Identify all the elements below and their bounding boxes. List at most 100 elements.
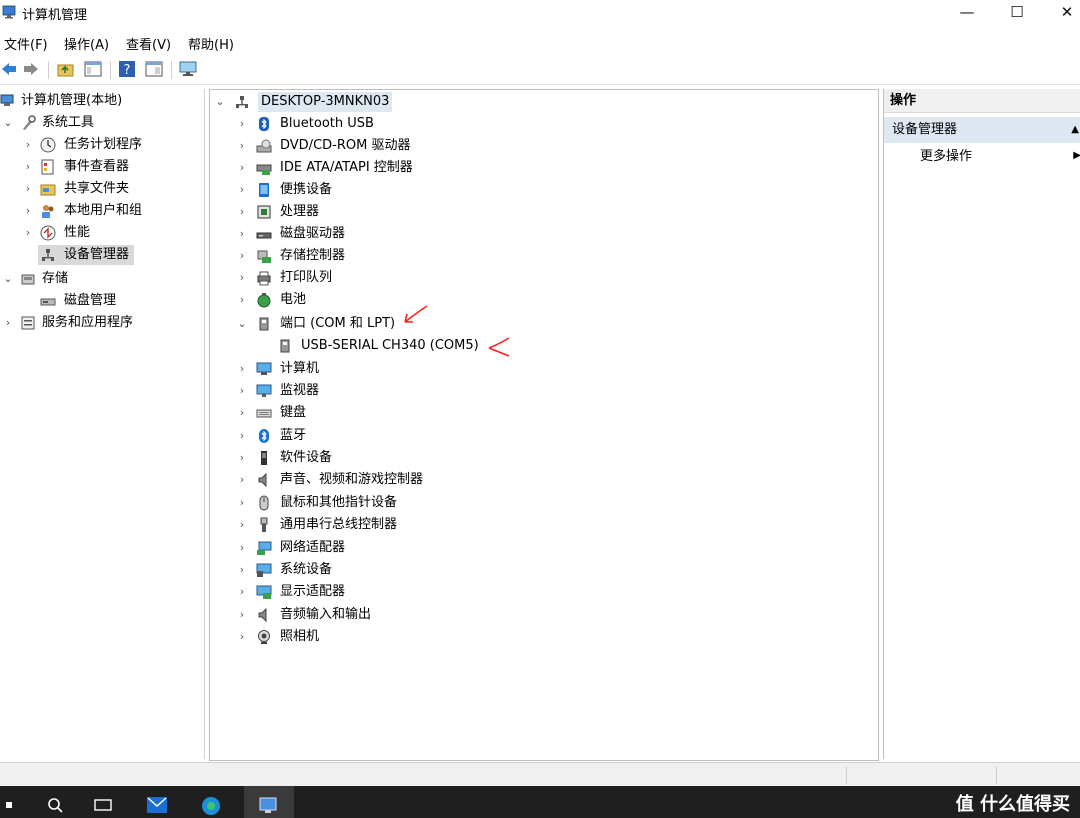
device-category-label: DVD/CD-ROM 驱动器 xyxy=(280,138,411,153)
chevron-down-icon[interactable]: ⌄ xyxy=(214,92,226,112)
chevron-right-icon[interactable]: › xyxy=(236,180,248,200)
port-icon xyxy=(280,339,290,353)
tree-item-label: 本地用户和组 xyxy=(64,203,143,218)
chevron-right-icon[interactable]: › xyxy=(236,224,248,244)
chevron-right-icon[interactable]: › xyxy=(236,627,248,647)
chevron-right-icon[interactable]: › xyxy=(236,246,248,266)
chevron-right-icon[interactable]: › xyxy=(236,268,248,288)
more-actions-label: 更多操作 xyxy=(920,149,973,164)
minimize-button[interactable]: — xyxy=(944,0,990,26)
mail-app-icon[interactable] xyxy=(146,794,168,816)
chevron-down-icon[interactable]: ⌄ xyxy=(2,269,14,289)
more-actions-item[interactable]: 更多操作 xyxy=(920,147,972,167)
submenu-arrow-icon[interactable]: ▶ xyxy=(1073,150,1080,161)
bluetooth-icon xyxy=(259,117,269,131)
status-separator xyxy=(846,766,847,784)
computer-icon xyxy=(236,96,248,108)
monitor-icon[interactable] xyxy=(179,60,197,78)
up-folder-icon[interactable] xyxy=(57,60,75,78)
tree-item-label: 性能 xyxy=(64,225,91,240)
annotation-arrow xyxy=(488,337,510,357)
device-category-label: 监视器 xyxy=(280,383,320,398)
properties-icon[interactable] xyxy=(145,60,163,78)
device-category-label: 软件设备 xyxy=(280,450,333,465)
status-bar xyxy=(0,762,1080,787)
menu-view[interactable]: 查看(V) xyxy=(126,34,171,53)
title-bar: 计算机管理 — ☐ ✕ xyxy=(0,0,1080,26)
computer-management-icon xyxy=(0,94,14,106)
device-category-label: 通用串行总线控制器 xyxy=(280,517,398,532)
software-device-icon xyxy=(261,451,267,465)
svg-text:?: ? xyxy=(124,63,131,78)
search-icon[interactable] xyxy=(44,794,66,816)
maximize-button[interactable]: ☐ xyxy=(994,0,1040,26)
device-category-label: 计算机 xyxy=(280,361,320,376)
chevron-right-icon[interactable]: › xyxy=(236,582,248,602)
tree-item-label: 存储 xyxy=(42,271,69,286)
usb-controller-icon xyxy=(260,517,268,532)
chevron-right-icon[interactable]: › xyxy=(22,135,34,155)
device-category-label: 显示适配器 xyxy=(280,584,346,599)
tools-icon xyxy=(23,115,36,130)
menu-help[interactable]: 帮助(H) xyxy=(188,34,234,53)
chevron-right-icon[interactable]: › xyxy=(236,515,248,535)
chevron-right-icon[interactable]: › xyxy=(22,223,34,243)
system-device-icon xyxy=(256,563,272,577)
taskbar xyxy=(0,786,1080,818)
collapse-up-icon[interactable]: ▲ xyxy=(1071,117,1079,143)
chevron-right-icon[interactable]: › xyxy=(236,290,248,310)
watermark-text: 值 什么值得买 xyxy=(955,794,1070,815)
help-icon[interactable]: ? xyxy=(118,60,136,78)
close-button[interactable]: ✕ xyxy=(1044,0,1080,26)
chevron-right-icon[interactable]: › xyxy=(236,202,248,222)
chevron-right-icon[interactable]: › xyxy=(236,605,248,625)
event-viewer-icon xyxy=(41,159,54,175)
chevron-down-icon[interactable]: ⌄ xyxy=(236,314,248,334)
chevron-right-icon[interactable]: › xyxy=(236,158,248,178)
menu-file[interactable]: 文件(F) xyxy=(4,34,48,53)
status-separator xyxy=(996,766,997,784)
chevron-right-icon[interactable]: › xyxy=(236,560,248,580)
task-view-icon[interactable] xyxy=(92,794,114,816)
console-tree-pane[interactable]: 计算机管理(本地) ⌄ 系统工具 › 任务计划程序 › 事件查看器 › 共享文件… xyxy=(0,89,205,759)
tree-item-label: 事件查看器 xyxy=(64,159,130,174)
device-category-label: 打印队列 xyxy=(280,270,333,285)
device-category-label: 网络适配器 xyxy=(280,540,346,555)
device-category-label: 磁盘驱动器 xyxy=(280,226,346,241)
chevron-right-icon[interactable]: › xyxy=(236,538,248,558)
menu-action[interactable]: 操作(A) xyxy=(64,34,109,53)
keyboard-icon xyxy=(256,409,272,418)
device-category-label: 端口 (COM 和 LPT) xyxy=(280,316,396,331)
computer-management-taskbar-icon[interactable] xyxy=(258,794,280,816)
device-item-label: USB-SERIAL CH340 (COM5) xyxy=(301,338,479,353)
portable-device-icon xyxy=(259,183,269,197)
edge-browser-icon[interactable] xyxy=(200,794,222,816)
monitor-icon xyxy=(256,384,272,397)
chevron-right-icon[interactable]: › xyxy=(236,493,248,513)
console-tree-icon[interactable] xyxy=(84,60,102,78)
disk-icon xyxy=(40,298,56,306)
chevron-right-icon[interactable]: › xyxy=(236,403,248,423)
start-icon[interactable] xyxy=(4,794,26,816)
ide-controller-icon xyxy=(256,164,272,175)
chevron-right-icon[interactable]: › xyxy=(236,448,248,468)
device-tree-pane[interactable]: ⌄ DESKTOP-3MNKN03 › Bluetooth USB › DVD/… xyxy=(209,89,879,761)
actions-section-device-manager[interactable]: 设备管理器 ▲ xyxy=(884,117,1080,143)
forward-arrow-icon[interactable] xyxy=(22,60,40,78)
chevron-down-icon[interactable]: ⌄ xyxy=(2,113,14,133)
audio-io-icon xyxy=(258,607,267,623)
chevron-right-icon[interactable]: › xyxy=(236,114,248,134)
chevron-right-icon[interactable]: › xyxy=(22,201,34,221)
device-category-label: 系统设备 xyxy=(280,562,333,577)
chevron-right-icon[interactable]: › xyxy=(2,313,14,333)
toolbar-separator xyxy=(110,61,111,79)
chevron-right-icon[interactable]: › xyxy=(22,157,34,177)
chevron-right-icon[interactable]: › xyxy=(236,381,248,401)
chevron-right-icon[interactable]: › xyxy=(22,179,34,199)
chevron-right-icon[interactable]: › xyxy=(236,359,248,379)
chevron-right-icon[interactable]: › xyxy=(236,470,248,490)
back-arrow-icon[interactable] xyxy=(0,60,18,78)
chevron-right-icon[interactable]: › xyxy=(236,136,248,156)
chevron-right-icon[interactable]: › xyxy=(236,426,248,446)
dvd-drive-icon xyxy=(256,139,272,153)
